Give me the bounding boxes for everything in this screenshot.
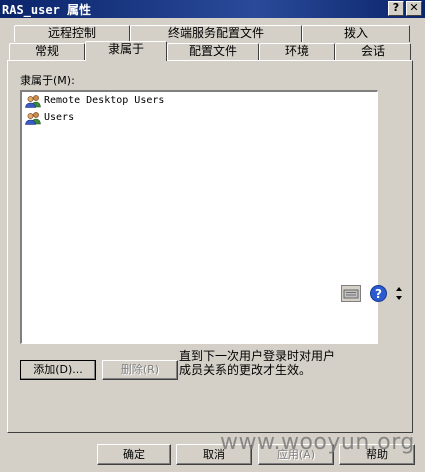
list-item[interactable]: Users [22, 110, 377, 126]
language-tray: ? [338, 283, 408, 305]
membership-note: 直到下一次用户登录时对用户 成员关系的更改才生效。 [179, 349, 335, 377]
tab-terminal-services-profile[interactable]: 终端服务配置文件 [130, 25, 302, 42]
list-item-label: Users [44, 112, 75, 123]
help-icon[interactable]: ? [370, 285, 387, 302]
title-bar[interactable]: RAS_user 属性 ? ✕ [0, 0, 425, 18]
close-button[interactable]: ✕ [406, 1, 422, 16]
keyboard-icon[interactable] [341, 285, 361, 302]
remove-button[interactable]: 删除(R) [102, 360, 178, 380]
tab-profile[interactable]: 配置文件 [167, 43, 259, 60]
tab-member-of[interactable]: 隶属于 [85, 41, 167, 61]
list-item-label: Remote Desktop Users [44, 95, 165, 106]
tab-environment[interactable]: 环境 [259, 43, 335, 60]
note-line-2: 成员关系的更改才生效。 [179, 363, 312, 377]
ok-button[interactable]: 确定 [97, 444, 171, 465]
tab-sessions[interactable]: 会话 [335, 43, 411, 60]
chevron-up-down-icon[interactable] [394, 283, 404, 305]
tab-dial-in[interactable]: 拨入 [302, 25, 410, 42]
member-of-label: 隶属于(M): [20, 74, 75, 87]
user-group-icon [25, 112, 41, 125]
member-of-list[interactable]: Remote Desktop Users Users [20, 90, 378, 344]
member-of-panel: 隶属于(M): Remote Desktop Users Users 添加(D)… [7, 60, 413, 433]
help-title-button[interactable]: ? [388, 1, 404, 16]
note-line-1: 直到下一次用户登录时对用户 [179, 349, 336, 363]
list-item[interactable]: Remote Desktop Users [22, 93, 377, 109]
watermark: www.wooyun.org [220, 430, 415, 455]
tab-general[interactable]: 常规 [9, 43, 85, 60]
add-button[interactable]: 添加(D)... [20, 360, 96, 380]
tab-remote-control[interactable]: 远程控制 [14, 25, 130, 42]
user-group-icon [25, 95, 41, 108]
window-title: RAS_user 属性 [2, 3, 92, 17]
